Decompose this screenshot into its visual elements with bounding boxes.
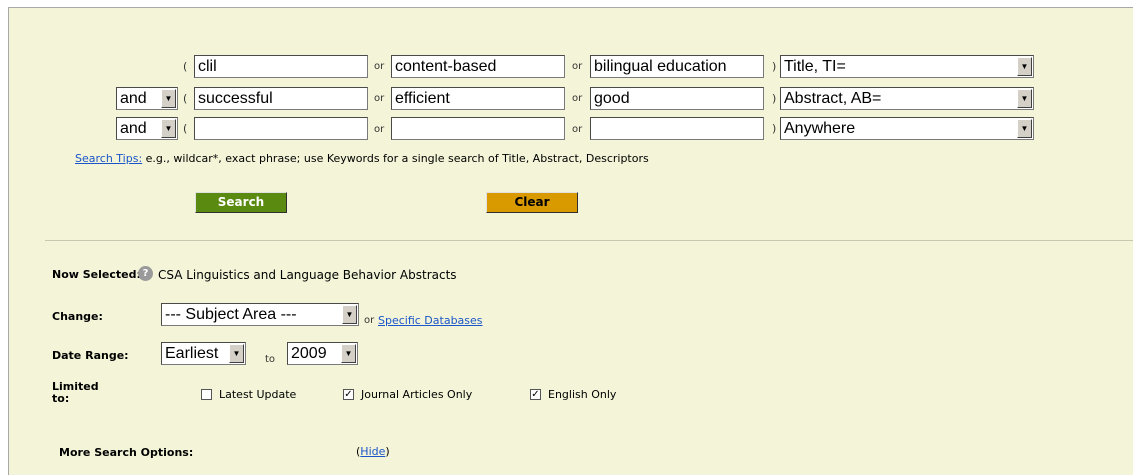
field-select-value: Abstract, AB= [784, 90, 882, 107]
dropdown-arrow-icon[interactable]: ▼ [1017, 119, 1032, 138]
close-paren: ) [772, 60, 777, 73]
field-select-value: Anywhere [784, 120, 856, 137]
limited-to-label: Limited to: [52, 381, 99, 405]
field-select-2[interactable]: Abstract, AB= ▼ [780, 87, 1034, 110]
limited-to-line2: to: [52, 392, 70, 405]
field-select-value: Title, TI= [784, 58, 846, 75]
specific-databases-link[interactable]: Specific Databases [378, 314, 483, 327]
search-term-2-3[interactable]: good [590, 87, 764, 110]
open-paren: ( [183, 60, 188, 73]
dropdown-arrow-icon[interactable]: ▼ [342, 305, 357, 324]
english-only-checkbox[interactable]: ✓ [530, 389, 541, 400]
field-select-3[interactable]: Anywhere ▼ [780, 117, 1034, 140]
or-label: or [374, 93, 385, 104]
search-term-1-1[interactable]: clil [194, 55, 368, 78]
search-tips-text: e.g., wildcar*, exact phrase; use Keywor… [142, 152, 649, 165]
open-paren: ( [183, 92, 188, 105]
or-label: or [572, 61, 583, 72]
search-term-2-1[interactable]: successful [194, 87, 368, 110]
or-label: or [572, 124, 583, 135]
hide-close-paren: ) [385, 445, 390, 458]
open-paren: ( [183, 122, 188, 135]
dropdown-arrow-icon[interactable]: ▼ [229, 344, 244, 363]
search-term-1-3[interactable]: bilingual education [590, 55, 764, 78]
field-select-1[interactable]: Title, TI= ▼ [780, 55, 1034, 78]
dropdown-arrow-icon[interactable]: ▼ [341, 344, 356, 363]
selected-database: CSA Linguistics and Language Behavior Ab… [158, 268, 457, 282]
or-label: or [572, 93, 583, 104]
more-search-options-label: More Search Options: [59, 446, 194, 459]
search-term-3-1[interactable] [194, 117, 368, 140]
dropdown-arrow-icon[interactable]: ▼ [161, 119, 176, 138]
search-term-3-3[interactable] [590, 117, 764, 140]
search-tips: Search Tips: e.g., wildcar*, exact phras… [75, 152, 649, 165]
section-divider [45, 240, 1133, 241]
or-label: or [364, 315, 375, 326]
dropdown-arrow-icon[interactable]: ▼ [1017, 89, 1032, 108]
english-only-label: English Only [548, 388, 617, 401]
clear-button[interactable]: Clear [486, 192, 578, 213]
date-from-select[interactable]: Earliest ▼ [161, 342, 246, 365]
now-selected-label: Now Selected: [52, 268, 141, 281]
search-term-1-2[interactable]: content-based [391, 55, 565, 78]
operator-select-2[interactable]: and ▼ [116, 87, 178, 110]
latest-update-checkbox[interactable] [201, 389, 212, 400]
to-label: to [265, 354, 276, 365]
search-term-2-2[interactable]: efficient [391, 87, 565, 110]
hide-link[interactable]: Hide [360, 445, 385, 458]
help-icon[interactable]: ? [138, 266, 153, 281]
date-range-label: Date Range: [52, 349, 129, 362]
or-label: or [374, 61, 385, 72]
dropdown-arrow-icon[interactable]: ▼ [161, 89, 176, 108]
hide-toggle: (Hide) [356, 445, 390, 458]
date-to-select[interactable]: 2009 ▼ [287, 342, 358, 365]
journal-articles-label: Journal Articles Only [361, 388, 473, 401]
dropdown-arrow-icon[interactable]: ▼ [1017, 57, 1032, 76]
search-term-3-2[interactable] [391, 117, 565, 140]
operator-select-3[interactable]: and ▼ [116, 117, 178, 140]
subject-area-value: --- Subject Area --- [165, 306, 297, 323]
operator-value: and [120, 90, 147, 107]
journal-articles-checkbox[interactable]: ✓ [343, 389, 354, 400]
close-paren: ) [772, 92, 777, 105]
close-paren: ) [772, 122, 777, 135]
latest-update-label: Latest Update [219, 388, 297, 401]
date-from-value: Earliest [165, 345, 219, 362]
search-button[interactable]: Search [195, 192, 287, 213]
change-label: Change: [52, 310, 103, 323]
or-label: or [374, 124, 385, 135]
search-tips-link[interactable]: Search Tips: [75, 152, 142, 165]
date-to-value: 2009 [291, 345, 327, 362]
operator-value: and [120, 120, 147, 137]
subject-area-select[interactable]: --- Subject Area --- ▼ [161, 303, 359, 326]
